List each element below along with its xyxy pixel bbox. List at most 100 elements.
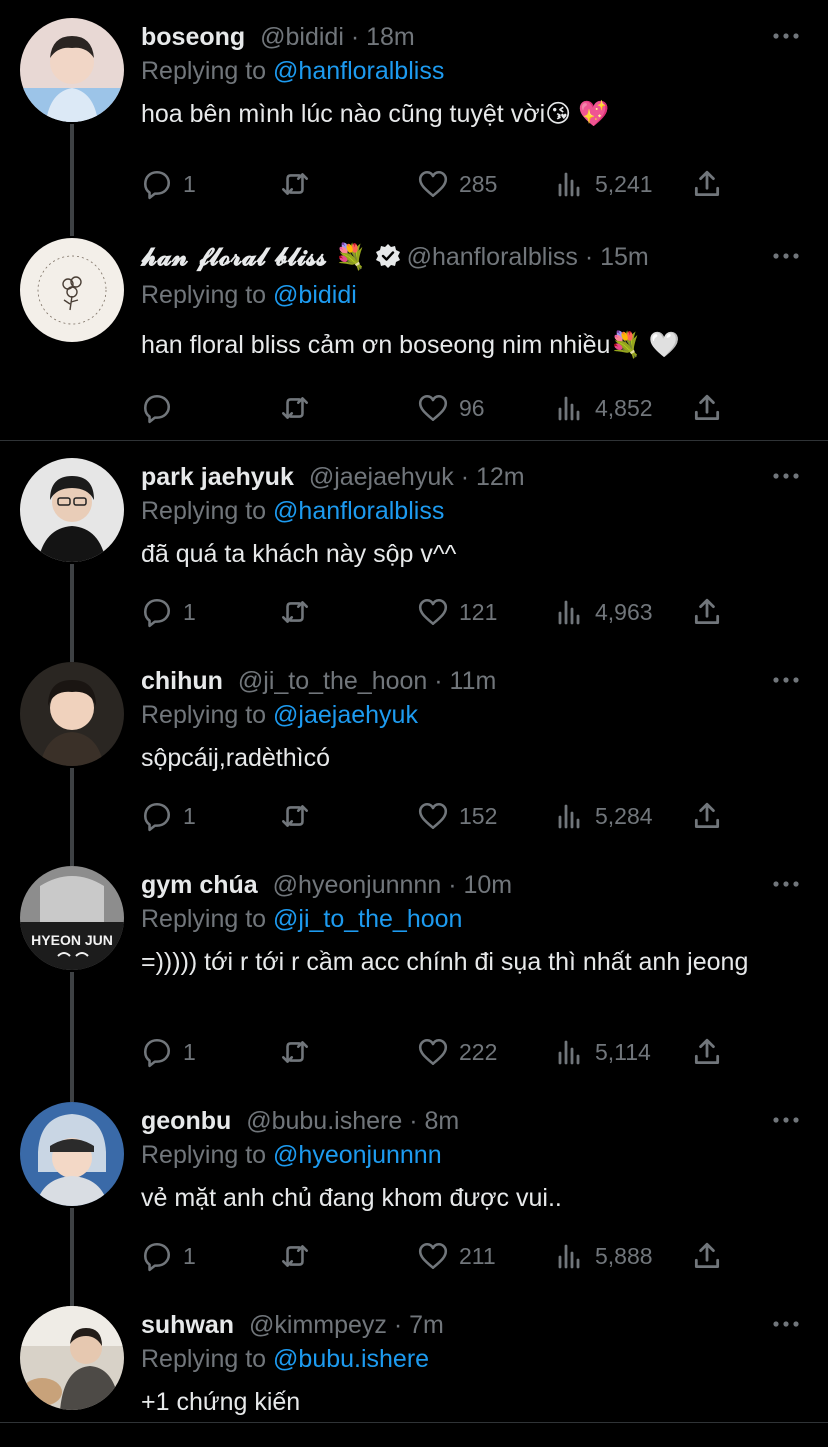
views-icon bbox=[558, 804, 580, 829]
reply-button[interactable]: 1 bbox=[141, 167, 196, 201]
tweet[interactable]: HYEON JUN gym chúa @hyeonjunnnn · 10m Re… bbox=[0, 866, 828, 1086]
mention-link[interactable]: @hyeonjunnnn bbox=[273, 1141, 442, 1169]
tweet[interactable]: suhwan @kimmpeyz · 7m Replying to @bubu.… bbox=[0, 1306, 828, 1426]
replying-to: Replying to @ji_to_the_hoon bbox=[141, 902, 462, 936]
views-button[interactable]: 4,852 bbox=[555, 391, 653, 425]
separator: · bbox=[393, 1311, 410, 1339]
timestamp[interactable]: 11m bbox=[450, 667, 497, 695]
tweet-header: suhwan @kimmpeyz · 7m bbox=[141, 1308, 444, 1342]
like-button[interactable]: 96 bbox=[417, 391, 485, 425]
avatar[interactable] bbox=[20, 1306, 124, 1410]
more-icon[interactable] bbox=[772, 28, 800, 44]
separator: · bbox=[584, 243, 601, 271]
share-button[interactable] bbox=[691, 799, 723, 833]
username[interactable]: @bididi bbox=[260, 23, 344, 51]
like-button[interactable]: 211 bbox=[417, 1239, 496, 1273]
views-button[interactable]: 5,888 bbox=[555, 1239, 653, 1273]
retweet-button[interactable] bbox=[277, 1239, 313, 1273]
views-count: 5,114 bbox=[595, 1038, 651, 1065]
more-icon[interactable] bbox=[772, 672, 800, 688]
reply-button[interactable] bbox=[141, 391, 173, 425]
timestamp[interactable]: 10m bbox=[463, 871, 512, 899]
display-name[interactable]: chihun bbox=[141, 667, 223, 695]
retweet-button[interactable] bbox=[277, 1035, 313, 1069]
username[interactable]: @kimmpeyz bbox=[249, 1311, 387, 1339]
username[interactable]: @jaejaehyuk bbox=[309, 463, 454, 491]
views-button[interactable]: 5,241 bbox=[555, 167, 653, 201]
mention-link[interactable]: @jaejaehyuk bbox=[273, 701, 418, 729]
mention-link[interactable]: @bididi bbox=[273, 281, 357, 309]
more-icon[interactable] bbox=[772, 468, 800, 484]
mention-link[interactable]: @hanfloralbliss bbox=[273, 497, 444, 525]
retweet-icon bbox=[281, 1245, 309, 1267]
retweet-button[interactable] bbox=[277, 167, 313, 201]
timestamp[interactable]: 18m bbox=[366, 23, 415, 51]
avatar[interactable] bbox=[20, 18, 124, 122]
display-name[interactable]: 𝓱𝓪𝓷 𝓯𝓵𝓸𝓻𝓪𝓵 𝓫𝓵𝓲𝓼𝓼 💐 bbox=[141, 242, 367, 271]
display-name[interactable]: boseong bbox=[141, 23, 245, 51]
timestamp[interactable]: 7m bbox=[409, 1311, 444, 1339]
share-button[interactable] bbox=[691, 1035, 723, 1069]
share-button[interactable] bbox=[691, 167, 723, 201]
like-button[interactable]: 152 bbox=[417, 799, 497, 833]
avatar[interactable] bbox=[20, 662, 124, 766]
reply-icon bbox=[143, 802, 171, 832]
like-button[interactable]: 222 bbox=[417, 1035, 497, 1069]
display-name[interactable]: park jaehyuk bbox=[141, 463, 294, 491]
retweet-button[interactable] bbox=[277, 799, 313, 833]
reply-icon bbox=[143, 1038, 171, 1068]
views-button[interactable]: 5,114 bbox=[555, 1035, 651, 1069]
mention-link[interactable]: @bubu.ishere bbox=[273, 1345, 429, 1373]
views-button[interactable]: 4,963 bbox=[555, 595, 653, 629]
replying-to-label: Replying to bbox=[141, 57, 267, 85]
retweet-button[interactable] bbox=[277, 391, 313, 425]
tweet[interactable]: 𝓱𝓪𝓷 𝓯𝓵𝓸𝓻𝓪𝓵 𝓫𝓵𝓲𝓼𝓼 💐 @hanfloralbliss · 15m … bbox=[0, 238, 828, 438]
tweet-header: 𝓱𝓪𝓷 𝓯𝓵𝓸𝓻𝓪𝓵 𝓫𝓵𝓲𝓼𝓼 💐 @hanfloralbliss · 15m bbox=[141, 240, 649, 274]
like-button[interactable]: 121 bbox=[417, 595, 497, 629]
heart-icon bbox=[418, 598, 448, 626]
heart-icon bbox=[418, 170, 448, 198]
share-button[interactable] bbox=[691, 391, 723, 425]
tweet[interactable]: boseong @bididi · 18m Replying to @hanfl… bbox=[0, 18, 828, 218]
replying-to: Replying to @hanfloralbliss bbox=[141, 494, 444, 528]
like-button[interactable]: 285 bbox=[417, 167, 497, 201]
separator: · bbox=[460, 463, 476, 491]
mention-link[interactable]: @ji_to_the_hoon bbox=[273, 905, 462, 933]
retweet-button[interactable] bbox=[277, 595, 313, 629]
display-name[interactable]: gym chúa bbox=[141, 871, 258, 899]
share-button[interactable] bbox=[691, 1239, 723, 1273]
display-name[interactable]: suhwan bbox=[141, 1311, 234, 1339]
tweet[interactable]: park jaehyuk @jaejaehyuk · 12m Replying … bbox=[0, 458, 828, 648]
avatar[interactable] bbox=[20, 458, 124, 562]
display-name[interactable]: geonbu bbox=[141, 1107, 231, 1135]
more-icon[interactable] bbox=[772, 876, 800, 892]
like-count: 96 bbox=[459, 394, 485, 421]
reply-button[interactable]: 1 bbox=[141, 595, 196, 629]
more-icon[interactable] bbox=[772, 248, 800, 264]
username[interactable]: @bubu.ishere bbox=[246, 1107, 402, 1135]
avatar[interactable] bbox=[20, 238, 124, 342]
views-icon bbox=[558, 1040, 580, 1065]
username[interactable]: @hyeonjunnnn bbox=[273, 871, 442, 899]
share-icon bbox=[694, 598, 720, 625]
avatar[interactable]: HYEON JUN bbox=[20, 866, 124, 970]
timestamp[interactable]: 12m bbox=[476, 463, 525, 491]
username[interactable]: @hanfloralbliss bbox=[407, 243, 578, 271]
timestamp[interactable]: 15m bbox=[600, 243, 649, 271]
tweet-text: han floral bliss cảm ơn boseong nim nhiề… bbox=[141, 331, 680, 359]
tweet[interactable]: geonbu @bubu.ishere · 8m Replying to @hy… bbox=[0, 1102, 828, 1292]
tweet-header: gym chúa @hyeonjunnnn · 10m bbox=[141, 868, 512, 902]
more-icon[interactable] bbox=[772, 1112, 800, 1128]
reply-button[interactable]: 1 bbox=[141, 1035, 196, 1069]
share-button[interactable] bbox=[691, 595, 723, 629]
mention-link[interactable]: @hanfloralbliss bbox=[273, 57, 444, 85]
tweet[interactable]: chihun @ji_to_the_hoon · 11m Replying to… bbox=[0, 662, 828, 852]
views-button[interactable]: 5,284 bbox=[555, 799, 653, 833]
reply-button[interactable]: 1 bbox=[141, 799, 196, 833]
avatar[interactable] bbox=[20, 1102, 124, 1206]
username[interactable]: @ji_to_the_hoon bbox=[238, 667, 427, 695]
more-icon[interactable] bbox=[772, 1316, 800, 1332]
reply-button[interactable]: 1 bbox=[141, 1239, 196, 1273]
timestamp[interactable]: 8m bbox=[424, 1107, 459, 1135]
tweet-header: geonbu @bubu.ishere · 8m bbox=[141, 1104, 459, 1138]
